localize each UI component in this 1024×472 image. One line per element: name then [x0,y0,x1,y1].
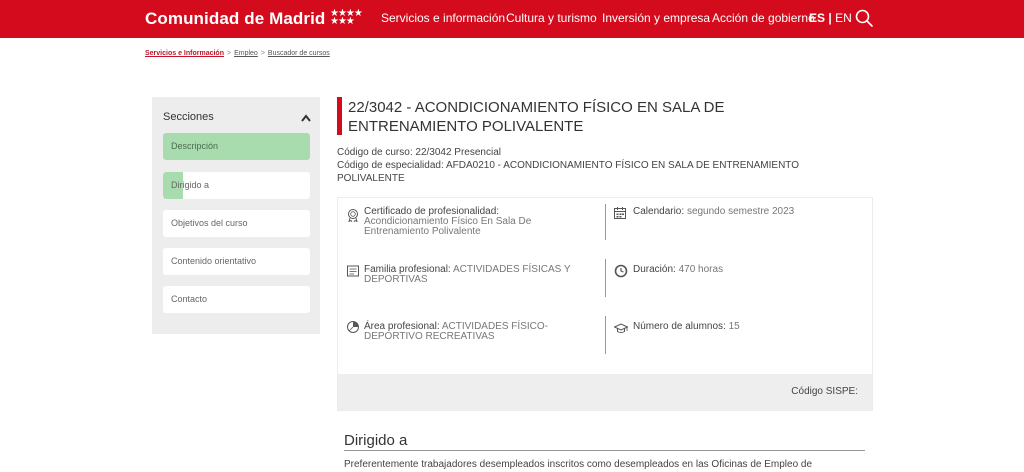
section-link-label: Dirigido a [171,180,210,190]
info-label: Duración: [633,264,676,275]
nav-inversion[interactable]: Inversión y empresa [602,11,710,25]
info-calendario: Calendario: segundo semestre 2023 [633,207,853,217]
section-link-dirigido[interactable]: Dirigido a [163,172,310,199]
info-label: Número de alumnos: [633,321,726,332]
nav-cultura[interactable]: Cultura y turismo [506,11,597,25]
breadcrumb-buscador[interactable]: Buscador de cursos [268,50,330,57]
card-footer: Código SISPE: [338,374,872,410]
section-link-contacto[interactable]: Contacto [163,286,310,313]
nav-accion-gobierno[interactable]: Acción de gobierno [712,11,815,25]
info-alumnos: Número de alumnos: 15 [633,322,853,332]
section-divider [344,450,865,451]
sispe-code: Código SISPE: [791,386,858,397]
section-link-label: Objetivos del curso [171,218,248,228]
info-value: Acondicionamiento Físico En Sala De Entr… [364,216,532,237]
breadcrumb-servicios[interactable]: Servicios e Información [145,50,224,57]
lang-separator: | [828,11,832,25]
breadcrumb-separator: > [260,50,265,57]
brand-logo-text[interactable]: Comunidad de Madrid [145,9,325,29]
lang-es[interactable]: ES [809,11,825,25]
divider [605,316,606,354]
divider [605,204,606,240]
divider [605,259,606,297]
section-link-label: Descripción [171,141,219,151]
breadcrumb-empleo[interactable]: Empleo [234,50,258,57]
section-link-descripcion[interactable]: Descripción [163,133,310,160]
area-icon [347,321,359,333]
section-link-label: Contacto [171,294,208,304]
madrid-stars-icon: ★★★★ ★★★ [330,8,363,27]
course-code: Código de curso: 22/3042 Presencial [337,147,501,158]
info-value: 470 horas [678,264,724,275]
section-link-contenido[interactable]: Contenido orientativo [163,248,310,275]
page-title: 22/3042 - ACONDICIONAMIENTO FÍSICO EN SA… [348,99,725,135]
family-icon [347,265,359,277]
section-text-dirigido: Preferentemente trabajadores desempleado… [344,459,813,470]
calendar-icon [614,207,626,219]
info-value: 15 [728,321,740,332]
breadcrumb: Servicios e Información > Empleo > Buscador … [145,50,330,57]
language-switch: ES | EN [809,11,852,25]
info-familia: Familia profesional: ACTIVIDADES FÍSICAS… [364,265,592,285]
course-codes: Código de curso: 22/3042 Presencial Códi… [337,146,857,185]
info-label: Calendario: [633,206,685,217]
title-accent-bar [337,97,342,135]
top-bar: Comunidad de Madrid ★★★★ ★★★ Servicios e … [0,0,1024,38]
section-heading-dirigido: Dirigido a [344,432,408,449]
breadcrumb-separator: > [226,50,232,57]
lang-en[interactable]: EN [835,11,852,25]
info-certificado: Certificado de profesionalidad: Acondici… [364,207,584,237]
info-duracion: Duración: 470 horas [633,265,853,275]
graduation-cap-icon [614,323,628,333]
course-info-card: Certificado de profesionalidad: Acondici… [337,197,873,411]
nav-servicios[interactable]: Servicios e información [381,11,505,25]
chevron-up-icon[interactable] [300,113,312,123]
specialty-code: Código de especialidad: AFDA0210 - ACOND… [337,160,800,184]
info-area: Área profesional: ACTIVIDADES FÍSICO-DEP… [364,322,592,342]
clock-icon [614,264,628,278]
search-icon[interactable] [854,8,874,28]
sidebar-title: Secciones [163,111,214,123]
sections-sidebar: Secciones Descripción Dirigido a Objetiv… [152,97,320,334]
section-link-label: Contenido orientativo [171,256,257,266]
section-link-objetivos[interactable]: Objetivos del curso [163,210,310,237]
info-value: segundo semestre 2023 [686,206,795,217]
certificate-icon [348,209,358,222]
